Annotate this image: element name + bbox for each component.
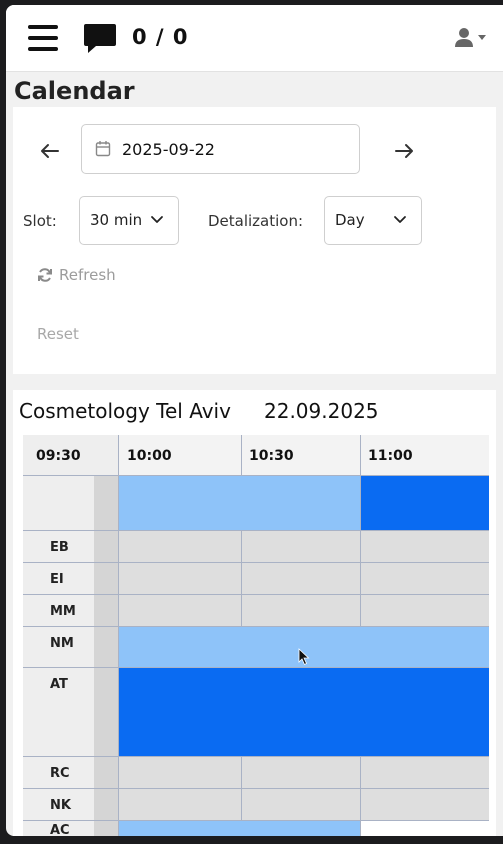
staff-row[interactable]	[118, 757, 489, 789]
staff-row-label: AC	[23, 821, 94, 836]
top-bar: 0 / 0	[6, 5, 503, 72]
hamburger-icon[interactable]	[28, 25, 58, 51]
slot-label: Slot:	[23, 212, 57, 230]
chevron-down-icon	[394, 216, 406, 223]
schedule-panel: Cosmetology Tel Aviv 22.09.2025 09:30 10…	[13, 390, 496, 836]
slot-select[interactable]: 30 min	[79, 196, 179, 245]
refresh-icon	[38, 268, 52, 282]
staff-row[interactable]	[118, 531, 489, 563]
staff-row-label: RC	[23, 757, 94, 789]
staff-row[interactable]	[118, 595, 489, 627]
next-day-button[interactable]	[390, 137, 418, 165]
booking-block[interactable]	[119, 821, 360, 836]
time-column-header: 11:00	[360, 435, 489, 476]
staff-row-label: NK	[23, 789, 94, 821]
staff-row[interactable]	[118, 789, 489, 821]
chat-bubble-icon[interactable]	[82, 20, 118, 56]
staff-row-label: AT	[23, 668, 94, 757]
slot-value: 30 min	[90, 211, 143, 229]
page-title: Calendar	[14, 77, 135, 105]
message-counter: 0 / 0	[132, 25, 189, 49]
app-frame: 0 / 0 Calendar 2025-09-22 Slot: 30 min D…	[6, 5, 503, 836]
staff-row-label: EB	[23, 531, 94, 563]
location-name: Cosmetology Tel Aviv	[19, 399, 231, 423]
mouse-cursor-icon	[298, 648, 310, 666]
refresh-button[interactable]: Refresh	[37, 266, 116, 284]
staff-row[interactable]	[118, 563, 489, 595]
calendar-icon	[95, 141, 111, 157]
detalization-value: Day	[335, 211, 365, 229]
schedule-grid: 09:30 10:00 10:30 11:00 EB EI MM NM AT R…	[23, 435, 489, 836]
detalization-label: Detalization:	[208, 212, 304, 230]
refresh-label: Refresh	[59, 266, 116, 284]
previous-day-button[interactable]	[36, 137, 64, 165]
reset-button[interactable]: Reset	[37, 325, 79, 343]
time-column-header: 10:00	[118, 435, 241, 476]
date-value: 2025-09-22	[122, 140, 215, 159]
booking-block[interactable]	[361, 821, 489, 836]
calendar-controls: 2025-09-22 Slot: 30 min Detalization: Da…	[13, 107, 496, 374]
staff-row-label: EI	[23, 563, 94, 595]
staff-row-label: MM	[23, 595, 94, 627]
booking-block[interactable]	[119, 668, 489, 756]
booking-block[interactable]	[119, 476, 360, 530]
date-input[interactable]: 2025-09-22	[81, 124, 360, 174]
detalization-select[interactable]: Day	[324, 196, 422, 245]
user-icon[interactable]	[453, 27, 489, 49]
chevron-down-icon	[151, 216, 163, 223]
corner-time: 09:30	[23, 435, 118, 476]
staff-row-label	[23, 476, 94, 531]
booking-block[interactable]	[361, 476, 489, 530]
staff-row-label: NM	[23, 627, 94, 668]
schedule-date: 22.09.2025	[264, 399, 379, 423]
time-column-header: 10:30	[241, 435, 360, 476]
